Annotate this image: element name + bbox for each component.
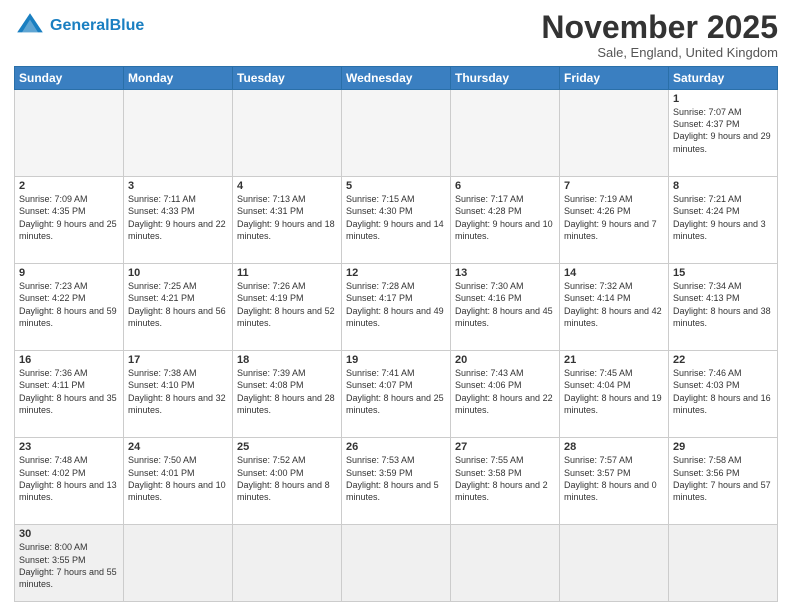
day-24: 24 Sunrise: 7:50 AMSunset: 4:01 PMDaylig… xyxy=(124,438,233,525)
header-saturday: Saturday xyxy=(669,67,778,90)
day-11: 11 Sunrise: 7:26 AMSunset: 4:19 PMDaylig… xyxy=(233,264,342,351)
day-21: 21 Sunrise: 7:45 AMSunset: 4:04 PMDaylig… xyxy=(560,351,669,438)
week-row-3: 9 Sunrise: 7:23 AMSunset: 4:22 PMDayligh… xyxy=(15,264,778,351)
empty-cell xyxy=(15,90,124,177)
day-3: 3 Sunrise: 7:11 AMSunset: 4:33 PMDayligh… xyxy=(124,177,233,264)
logo: GeneralBlue xyxy=(14,10,144,42)
empty-cell xyxy=(451,525,560,602)
empty-cell xyxy=(233,90,342,177)
month-title: November 2025 xyxy=(541,10,778,45)
day-13: 13 Sunrise: 7:30 AMSunset: 4:16 PMDaylig… xyxy=(451,264,560,351)
day-9: 9 Sunrise: 7:23 AMSunset: 4:22 PMDayligh… xyxy=(15,264,124,351)
header-monday: Monday xyxy=(124,67,233,90)
day-14: 14 Sunrise: 7:32 AMSunset: 4:14 PMDaylig… xyxy=(560,264,669,351)
day-10: 10 Sunrise: 7:25 AMSunset: 4:21 PMDaylig… xyxy=(124,264,233,351)
logo-text: GeneralBlue xyxy=(50,17,144,35)
calendar-table: Sunday Monday Tuesday Wednesday Thursday… xyxy=(14,66,778,602)
empty-cell xyxy=(124,525,233,602)
week-row-4: 16 Sunrise: 7:36 AMSunset: 4:11 PMDaylig… xyxy=(15,351,778,438)
header-tuesday: Tuesday xyxy=(233,67,342,90)
day-8: 8 Sunrise: 7:21 AMSunset: 4:24 PMDayligh… xyxy=(669,177,778,264)
weekday-header-row: Sunday Monday Tuesday Wednesday Thursday… xyxy=(15,67,778,90)
day-12: 12 Sunrise: 7:28 AMSunset: 4:17 PMDaylig… xyxy=(342,264,451,351)
week-row-1: 1 Sunrise: 7:07 AM Sunset: 4:37 PM Dayli… xyxy=(15,90,778,177)
week-row-2: 2 Sunrise: 7:09 AMSunset: 4:35 PMDayligh… xyxy=(15,177,778,264)
logo-icon xyxy=(14,10,46,42)
header-sunday: Sunday xyxy=(15,67,124,90)
week-row-5: 23 Sunrise: 7:48 AMSunset: 4:02 PMDaylig… xyxy=(15,438,778,525)
week-row-6: 30 Sunrise: 8:00 AMSunset: 3:55 PMDaylig… xyxy=(15,525,778,602)
day-20: 20 Sunrise: 7:43 AMSunset: 4:06 PMDaylig… xyxy=(451,351,560,438)
day-16: 16 Sunrise: 7:36 AMSunset: 4:11 PMDaylig… xyxy=(15,351,124,438)
empty-cell xyxy=(560,525,669,602)
empty-cell xyxy=(233,525,342,602)
day-1: 1 Sunrise: 7:07 AM Sunset: 4:37 PM Dayli… xyxy=(669,90,778,177)
subtitle: Sale, England, United Kingdom xyxy=(541,45,778,60)
header-thursday: Thursday xyxy=(451,67,560,90)
day-28: 28 Sunrise: 7:57 AMSunset: 3:57 PMDaylig… xyxy=(560,438,669,525)
header-friday: Friday xyxy=(560,67,669,90)
day-6: 6 Sunrise: 7:17 AMSunset: 4:28 PMDayligh… xyxy=(451,177,560,264)
page: GeneralBlue November 2025 Sale, England,… xyxy=(0,0,792,612)
day-29: 29 Sunrise: 7:58 AMSunset: 3:56 PMDaylig… xyxy=(669,438,778,525)
day-22: 22 Sunrise: 7:46 AMSunset: 4:03 PMDaylig… xyxy=(669,351,778,438)
header: GeneralBlue November 2025 Sale, England,… xyxy=(14,10,778,60)
day-2: 2 Sunrise: 7:09 AMSunset: 4:35 PMDayligh… xyxy=(15,177,124,264)
empty-cell xyxy=(124,90,233,177)
day-27: 27 Sunrise: 7:55 AMSunset: 3:58 PMDaylig… xyxy=(451,438,560,525)
day-26: 26 Sunrise: 7:53 AMSunset: 3:59 PMDaylig… xyxy=(342,438,451,525)
day-17: 17 Sunrise: 7:38 AMSunset: 4:10 PMDaylig… xyxy=(124,351,233,438)
empty-cell xyxy=(669,525,778,602)
day-19: 19 Sunrise: 7:41 AMSunset: 4:07 PMDaylig… xyxy=(342,351,451,438)
day-15: 15 Sunrise: 7:34 AMSunset: 4:13 PMDaylig… xyxy=(669,264,778,351)
header-wednesday: Wednesday xyxy=(342,67,451,90)
day-5: 5 Sunrise: 7:15 AMSunset: 4:30 PMDayligh… xyxy=(342,177,451,264)
day-18: 18 Sunrise: 7:39 AMSunset: 4:08 PMDaylig… xyxy=(233,351,342,438)
day-4: 4 Sunrise: 7:13 AMSunset: 4:31 PMDayligh… xyxy=(233,177,342,264)
day-7: 7 Sunrise: 7:19 AMSunset: 4:26 PMDayligh… xyxy=(560,177,669,264)
empty-cell xyxy=(342,525,451,602)
header-right: November 2025 Sale, England, United King… xyxy=(541,10,778,60)
empty-cell xyxy=(560,90,669,177)
day-25: 25 Sunrise: 7:52 AMSunset: 4:00 PMDaylig… xyxy=(233,438,342,525)
empty-cell xyxy=(342,90,451,177)
empty-cell xyxy=(451,90,560,177)
day-30: 30 Sunrise: 8:00 AMSunset: 3:55 PMDaylig… xyxy=(15,525,124,602)
day-23: 23 Sunrise: 7:48 AMSunset: 4:02 PMDaylig… xyxy=(15,438,124,525)
